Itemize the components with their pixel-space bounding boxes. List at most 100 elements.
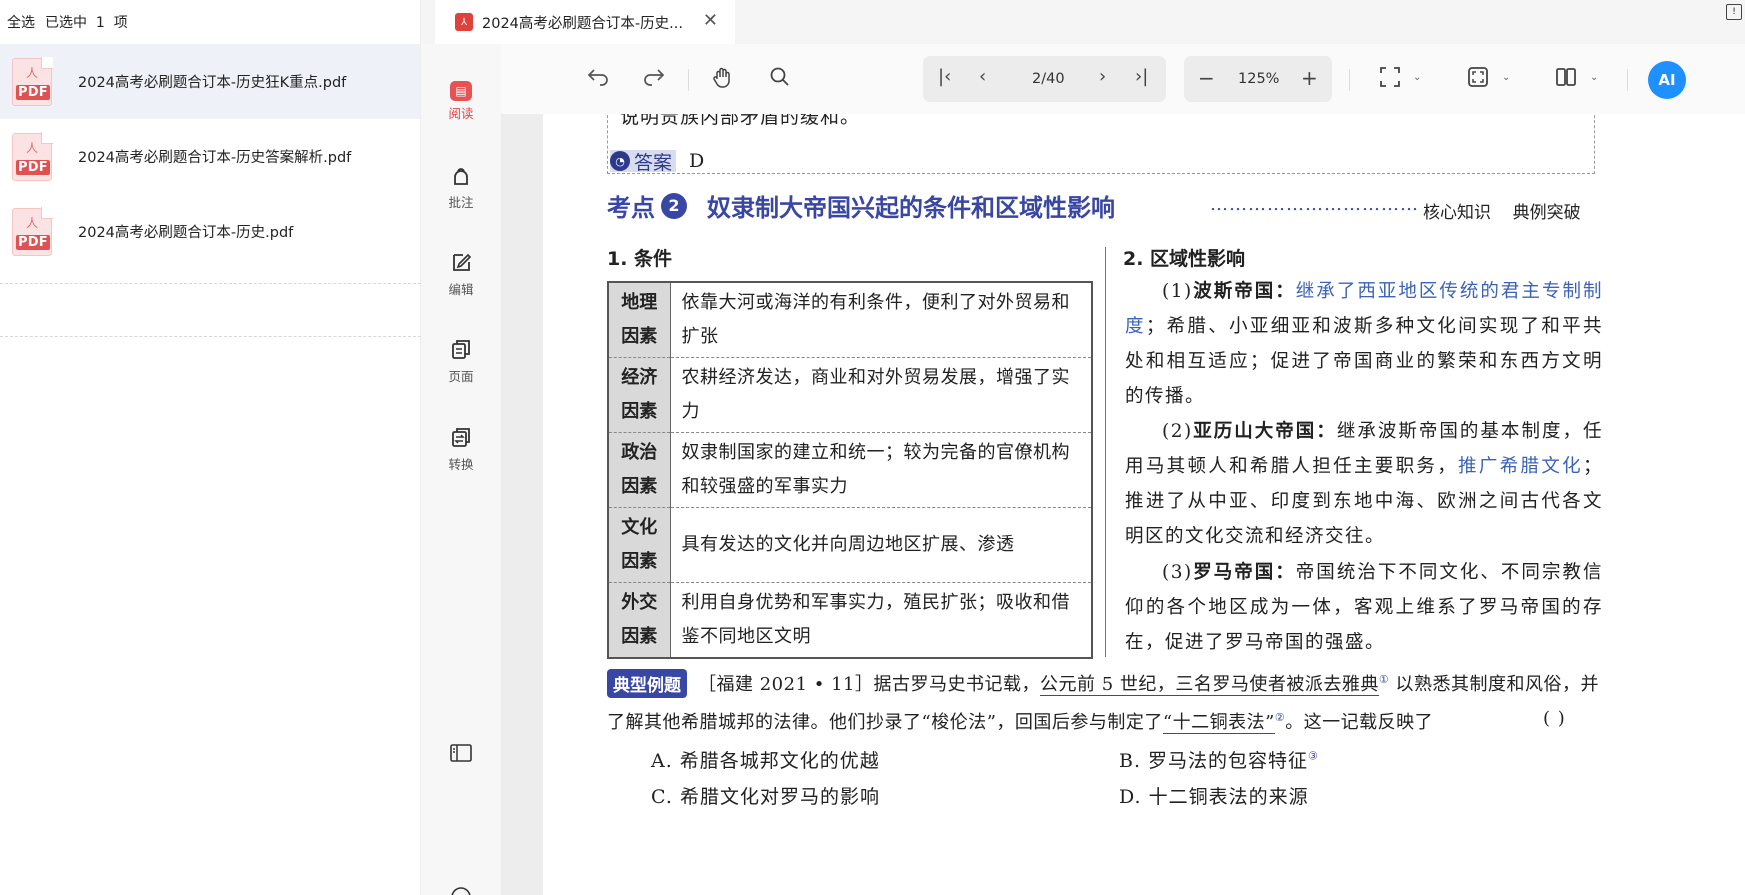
- separator: [688, 69, 689, 91]
- read-icon: ▤: [450, 81, 472, 101]
- selected-count: 1: [95, 15, 105, 31]
- table-row: 文化 因素 具有发达的文化并向周边地区扩展、渗透: [607, 507, 1093, 583]
- pdf-tab-icon: ⅄: [455, 13, 473, 31]
- file-name: 2024高考必刷题合订本-历史答案解析.pdf: [78, 150, 352, 166]
- fit-page-icon[interactable]: [1467, 66, 1489, 93]
- option-a: A. 希腊各城邦文化的优越: [651, 750, 880, 772]
- answer-badge: ◔ 答案: [610, 150, 677, 174]
- answer-value: D: [689, 150, 706, 172]
- conditions-table: 地理 因素 依靠大河或海洋的有利条件，便利了对外贸易和扩张 经济 因素 农耕经济发达…: [607, 281, 1093, 659]
- description-cell: 奴隶制国家的建立和统一；较为完备的官僚机构和较强盛的军事实力: [669, 432, 1093, 508]
- rail-annotate[interactable]: 批注: [421, 162, 501, 211]
- selected-prefix: 已选中: [45, 15, 87, 31]
- file-item[interactable]: 人 PDF 2024高考必刷题合订本-历史.pdf: [0, 194, 420, 269]
- option-c: C. 希腊文化对罗马的影响: [651, 786, 880, 808]
- table-row: 地理 因素 依靠大河或海洋的有利条件，便利了对外贸易和扩张: [607, 281, 1093, 358]
- tool-rail: ▤ 阅读 批注 编辑 页面 转换: [421, 44, 501, 895]
- heading-tags: 核心知识 典例突破: [1423, 198, 1581, 223]
- table-row: 政治 因素 奴隶制国家的建立和统一；较为完备的官僚机构和较强盛的军事实力: [607, 432, 1093, 508]
- redo-icon[interactable]: [642, 66, 666, 91]
- rail-convert[interactable]: 转换: [421, 424, 501, 473]
- alexander-empire-paragraph: (2)亚历山大帝国：继承波斯帝国的基本制度，任用马其顿人和希腊人担任主要职务，推…: [1125, 421, 1603, 547]
- more-icon: [448, 884, 474, 895]
- option-b: B. 罗马法的包容特征③: [1119, 749, 1319, 772]
- chevron-down-icon[interactable]: ⌄: [1502, 72, 1510, 83]
- prev-page-icon[interactable]: ‹: [979, 66, 986, 87]
- file-item[interactable]: 人 PDF 2024高考必刷题合订本-历史狂K重点.pdf: [0, 44, 420, 119]
- hand-tool-icon[interactable]: [711, 66, 735, 95]
- page-layout-icon[interactable]: [1555, 66, 1577, 93]
- chevron-down-icon[interactable]: ⌄: [1590, 72, 1598, 83]
- pdf-file-icon: 人 PDF: [12, 56, 53, 106]
- sidebar-toggle[interactable]: [421, 740, 501, 766]
- select-all-button[interactable]: 全选: [7, 12, 35, 32]
- zoom-level[interactable]: 125%: [1238, 71, 1279, 87]
- last-page-icon[interactable]: ›|: [1135, 66, 1148, 87]
- tag-core: 核心知识: [1423, 203, 1491, 223]
- rail-read-label: 阅读: [448, 106, 474, 121]
- table-row: 外交 因素 利用自身优势和军事实力，殖民扩张；吸收和借鉴不同地区文明: [607, 582, 1093, 659]
- factor-cell: 文化 因素: [607, 507, 671, 583]
- ai-assistant-button[interactable]: AI: [1648, 61, 1686, 99]
- undo-icon[interactable]: [586, 66, 610, 91]
- document-tab[interactable]: ⅄ 2024高考必刷题合订本-历史... ✕: [435, 0, 735, 44]
- kaodian-label: 考点: [607, 194, 655, 222]
- kaodian-number: 2: [661, 192, 687, 219]
- factor-cell: 经济 因素: [607, 357, 671, 433]
- persian-empire-paragraph: (1)波斯帝国：继承了西亚地区传统的君主专制制度；希腊、小亚细亚和波斯多种文化间…: [1125, 281, 1603, 407]
- pages-icon: [448, 336, 474, 362]
- divider: [0, 283, 421, 284]
- rail-annotate-label: 批注: [448, 195, 474, 210]
- rail-convert-label: 转换: [448, 457, 474, 472]
- convert-icon: [448, 424, 474, 450]
- description-cell: 依靠大河或海洋的有利条件，便利了对外贸易和扩张: [669, 281, 1093, 358]
- selected-suffix: 项: [113, 15, 128, 31]
- pdf-file-icon: 人 PDF: [12, 206, 53, 256]
- column-divider: [1105, 247, 1106, 657]
- page-indicator[interactable]: 2/40: [1032, 71, 1065, 87]
- file-name: 2024高考必刷题合订本-历史狂K重点.pdf: [78, 75, 347, 91]
- answer-paren: ( ): [1543, 708, 1566, 729]
- pdf-page: 说明贵族内部矛盾的缓和。 ◔ 答案 D 考点 2 奴隶制大帝国兴起的条件和区域性…: [543, 114, 1745, 895]
- factor-cell: 外交 因素: [607, 582, 671, 659]
- zoom-out-icon[interactable]: −: [1198, 66, 1215, 90]
- chevron-down-icon[interactable]: ⌄: [1413, 72, 1421, 83]
- rail-edit[interactable]: 编辑: [421, 249, 501, 298]
- text-line: 说明贵族内部矛盾的缓和。: [620, 114, 861, 128]
- document-viewport[interactable]: 说明贵族内部矛盾的缓和。 ◔ 答案 D 考点 2 奴隶制大帝国兴起的条件和区域性…: [501, 114, 1745, 895]
- example-line-2: 了解其他希腊城邦的法律。他们抄录了“梭伦法”，回国后参与制定了“十二铜表法”②。…: [607, 711, 1434, 734]
- separator: [1349, 69, 1350, 91]
- rail-pages[interactable]: 页面: [421, 336, 501, 385]
- tab-title: 2024高考必刷题合订本-历史...: [482, 15, 683, 32]
- viewer-toolbar: |‹ ‹ 2/40 › ›| − 125% + ⌄ ⌄ ⌄ AI: [501, 44, 1745, 114]
- file-item[interactable]: 人 PDF 2024高考必刷题合订本-历史答案解析.pdf: [0, 119, 420, 194]
- option-d: D. 十二铜表法的来源: [1119, 786, 1309, 808]
- description-cell: 农耕经济发达，商业和对外贸易发展，增强了实力: [669, 357, 1093, 433]
- pdf-file-icon: 人 PDF: [12, 131, 53, 181]
- next-page-icon[interactable]: ›: [1099, 66, 1106, 87]
- annotate-icon: [448, 162, 474, 188]
- file-list-panel: 全选 已选中 1 项 人 PDF 2024高考必刷题合订本-历史狂K重点.pdf…: [0, 0, 421, 895]
- example-line-1: ［福建 2021 • 11］据古罗马史书记载，公元前 5 世纪，三名罗马使者被派…: [698, 673, 1600, 696]
- description-cell: 具有发达的文化并向周边地区扩展、渗透: [669, 507, 1093, 583]
- more-button[interactable]: [421, 884, 501, 895]
- tag-examples: 典例突破: [1512, 203, 1581, 223]
- heading-text: 奴隶制大帝国兴起的条件和区域性影响: [707, 194, 1115, 222]
- search-icon[interactable]: [769, 66, 791, 93]
- table-row: 经济 因素 农耕经济发达，商业和对外贸易发展，增强了实力: [607, 357, 1093, 433]
- separator: [1627, 69, 1628, 91]
- fit-width-icon[interactable]: [1379, 66, 1401, 93]
- description-cell: 利用自身优势和军事实力，殖民扩张；吸收和借鉴不同地区文明: [669, 582, 1093, 659]
- zoom-in-icon[interactable]: +: [1301, 66, 1318, 90]
- answer-label: 答案: [634, 151, 673, 174]
- tab-bar: ⅄ 2024高考必刷题合订本-历史... ✕ !: [421, 0, 1745, 44]
- rail-read[interactable]: ▤ 阅读: [421, 80, 501, 122]
- roman-empire-paragraph: (3)罗马帝国：帝国统治下不同文化、不同宗教信仰的各个地区成为一体，客观上维系了…: [1125, 562, 1603, 653]
- close-tab-icon[interactable]: ✕: [703, 10, 718, 31]
- first-page-icon[interactable]: |‹: [938, 66, 951, 87]
- section-heading: 考点 2 奴隶制大帝国兴起的条件和区域性影响: [607, 188, 1115, 223]
- subsection-title: 1. 条件: [607, 248, 673, 270]
- edit-icon: [448, 249, 474, 275]
- notification-icon[interactable]: !: [1726, 4, 1742, 20]
- rail-edit-label: 编辑: [448, 282, 474, 297]
